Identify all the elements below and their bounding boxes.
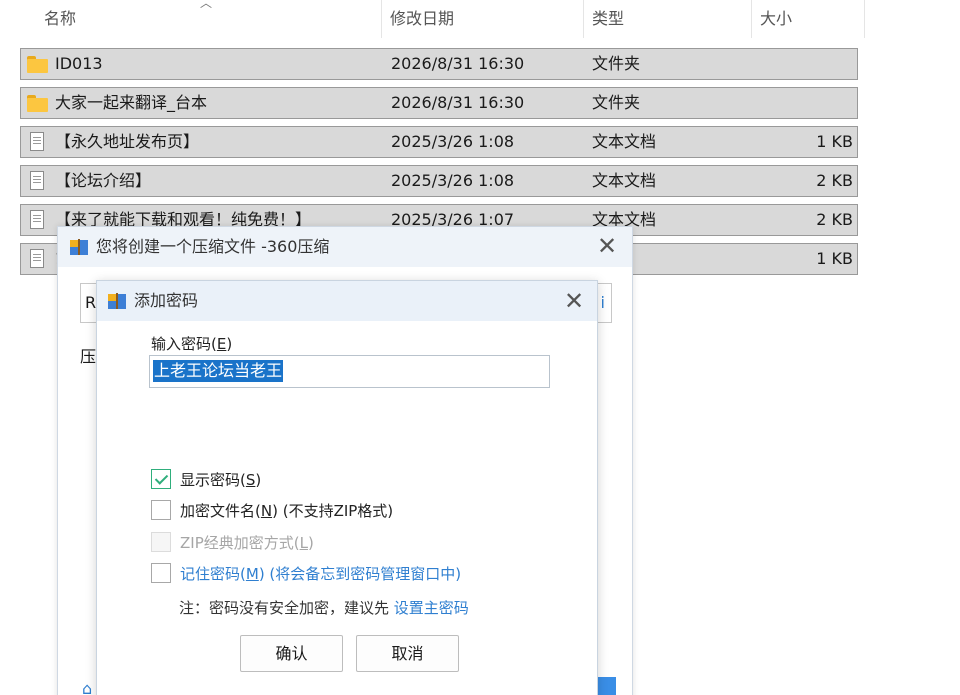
- file-name: ID013: [55, 54, 103, 73]
- bottom-link-icon[interactable]: ⌂: [82, 679, 92, 695]
- 360-compress-icon: [70, 239, 88, 255]
- file-row[interactable]: 大家一起来翻译_台本 2026/8/31 16:30 文件夹: [20, 87, 858, 119]
- file-name: 【论坛介绍】: [55, 171, 152, 190]
- compression-label: 压: [80, 347, 97, 366]
- text-file-icon: [27, 249, 47, 269]
- file-row[interactable]: 【论坛介绍】 2025/3/26 1:08 文本文档 2 KB: [20, 165, 858, 197]
- password-label: 输入密码(E): [151, 335, 233, 353]
- column-header-name[interactable]: 名称: [36, 0, 382, 38]
- checkbox-icon[interactable]: [151, 563, 171, 583]
- password-value-selected: 上老王论坛当老王: [153, 360, 284, 382]
- password-input[interactable]: 上老王论坛当老王: [149, 355, 550, 388]
- file-name: 大家一起来翻译_台本: [55, 93, 208, 112]
- text-file-icon: [27, 132, 47, 152]
- file-modified: 2026/8/31 16:30: [391, 54, 525, 73]
- file-type: 文件夹: [592, 54, 641, 73]
- 360-compress-icon: [108, 293, 126, 309]
- column-header-type[interactable]: 类型: [584, 0, 752, 38]
- screen: ︿ 名称 修改日期 类型 大小 ID013 2026/8/31 16:30 文件…: [0, 0, 960, 695]
- security-note: 注：密码没有安全加密，建议先 设置主密码: [179, 599, 469, 617]
- folder-icon: [27, 54, 48, 74]
- file-modified: 2025/3/26 1:08: [391, 132, 515, 151]
- file-size: 2 KB: [816, 171, 853, 190]
- file-row[interactable]: ID013 2026/8/31 16:30 文件夹: [20, 48, 858, 80]
- file-type: 文本文档: [592, 132, 657, 151]
- add-password-dialog: 添加密码 ✕ 输入密码(E) 上老王论坛当老王 显示密码(S) 加密文件名(N)…: [96, 280, 598, 695]
- file-list-header: ︿ 名称 修改日期 类型 大小: [0, 0, 865, 38]
- close-icon[interactable]: ✕: [592, 231, 622, 261]
- checkbox-icon[interactable]: [151, 500, 171, 520]
- column-header-size[interactable]: 大小: [752, 0, 865, 38]
- file-size: 1 KB: [816, 132, 853, 151]
- file-modified: 2025/3/26 1:08: [391, 171, 515, 190]
- set-master-password-link[interactable]: 设置主密码: [394, 599, 469, 617]
- file-modified: 2026/8/31 16:30: [391, 93, 525, 112]
- file-size: 2 KB: [816, 210, 853, 229]
- dialog-titlebar: 添加密码 ✕: [97, 281, 597, 321]
- ok-button[interactable]: 确认: [240, 635, 343, 672]
- checkbox-disabled-icon: [151, 532, 171, 552]
- folder-icon: [27, 93, 48, 113]
- cancel-button[interactable]: 取消: [356, 635, 459, 672]
- file-row[interactable]: 【永久地址发布页】 2025/3/26 1:08 文本文档 1 KB: [20, 126, 858, 158]
- file-type: 文件夹: [592, 93, 641, 112]
- close-icon[interactable]: ✕: [559, 286, 589, 316]
- dialog-titlebar: 您将创建一个压缩文件 -360压缩 ✕: [58, 227, 632, 267]
- text-file-icon: [27, 210, 47, 230]
- text-file-icon: [27, 171, 47, 191]
- checkbox-checked-icon[interactable]: [151, 469, 171, 489]
- file-size: 1 KB: [816, 249, 853, 268]
- dialog-title: 您将创建一个压缩文件 -360压缩: [96, 237, 330, 256]
- column-header-modified[interactable]: 修改日期: [382, 0, 584, 38]
- file-name: 【永久地址发布页】: [55, 132, 200, 151]
- dialog-title: 添加密码: [134, 291, 199, 310]
- file-type: 文本文档: [592, 171, 657, 190]
